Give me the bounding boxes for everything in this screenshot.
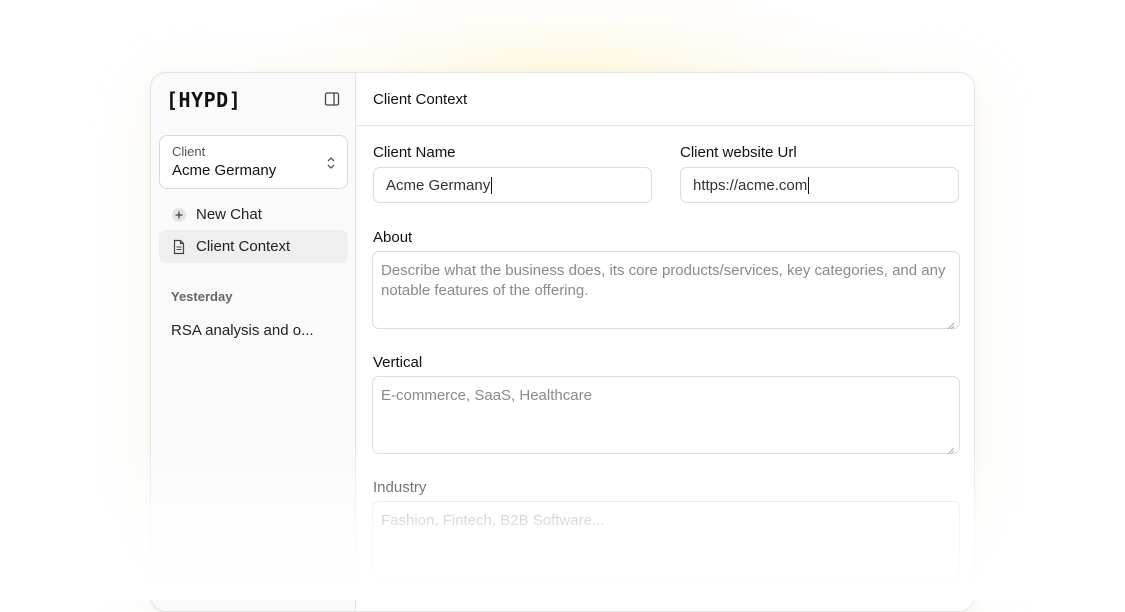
main-panel: Client Context Client Name Acme Germany …	[356, 73, 974, 611]
document-icon	[171, 239, 187, 255]
client-name-input[interactable]: Acme Germany	[373, 167, 652, 203]
client-select[interactable]: Client Acme Germany	[159, 135, 348, 189]
text-caret	[808, 176, 810, 194]
page-title: Client Context	[356, 73, 974, 126]
client-url-label: Client website Url	[680, 144, 797, 161]
text-caret	[491, 176, 493, 194]
sidebar: [HYPD] Client Acme Germany New Chat Clie…	[151, 73, 356, 611]
about-label: About	[373, 229, 413, 246]
sidebar-toggle-button[interactable]	[321, 90, 343, 112]
history-section-label: Yesterday	[171, 289, 233, 304]
client-name-label: Client Name	[373, 144, 456, 161]
resize-handle-icon[interactable]	[947, 316, 955, 330]
industry-textarea[interactable]: Fashion, Fintech, B2B Software...	[372, 501, 960, 579]
client-select-label: Client	[172, 144, 206, 159]
history-item[interactable]: RSA analysis and o...	[159, 315, 348, 345]
vertical-textarea[interactable]: E-commerce, SaaS, Healthcare	[372, 376, 960, 455]
client-url-value: https://acme.com	[693, 176, 808, 194]
vertical-label: Vertical	[373, 354, 423, 371]
chevron-up-down-icon	[325, 154, 337, 172]
app-window: [HYPD] Client Acme Germany New Chat Clie…	[150, 72, 975, 612]
industry-label: Industry	[373, 479, 427, 496]
sidebar-item-new-chat[interactable]: New Chat	[159, 198, 348, 231]
brand-logo: [HYPD]	[166, 88, 242, 112]
client-select-value: Acme Germany	[172, 162, 277, 179]
sidebar-toggle-icon	[324, 91, 340, 112]
about-textarea[interactable]: Describe what the business does, its cor…	[372, 251, 960, 330]
client-url-input[interactable]: https://acme.com	[680, 167, 959, 203]
sidebar-item-label: Client Context	[196, 238, 291, 255]
industry-placeholder: Fashion, Fintech, B2B Software...	[381, 512, 605, 529]
resize-handle-icon[interactable]	[947, 441, 955, 455]
about-placeholder: Describe what the business does, its cor…	[381, 262, 946, 299]
sidebar-item-label: New Chat	[196, 206, 262, 223]
client-name-value: Acme Germany	[386, 176, 491, 194]
sidebar-item-client-context[interactable]: Client Context	[159, 230, 348, 263]
vertical-placeholder: E-commerce, SaaS, Healthcare	[381, 387, 592, 404]
plus-icon	[171, 207, 187, 223]
